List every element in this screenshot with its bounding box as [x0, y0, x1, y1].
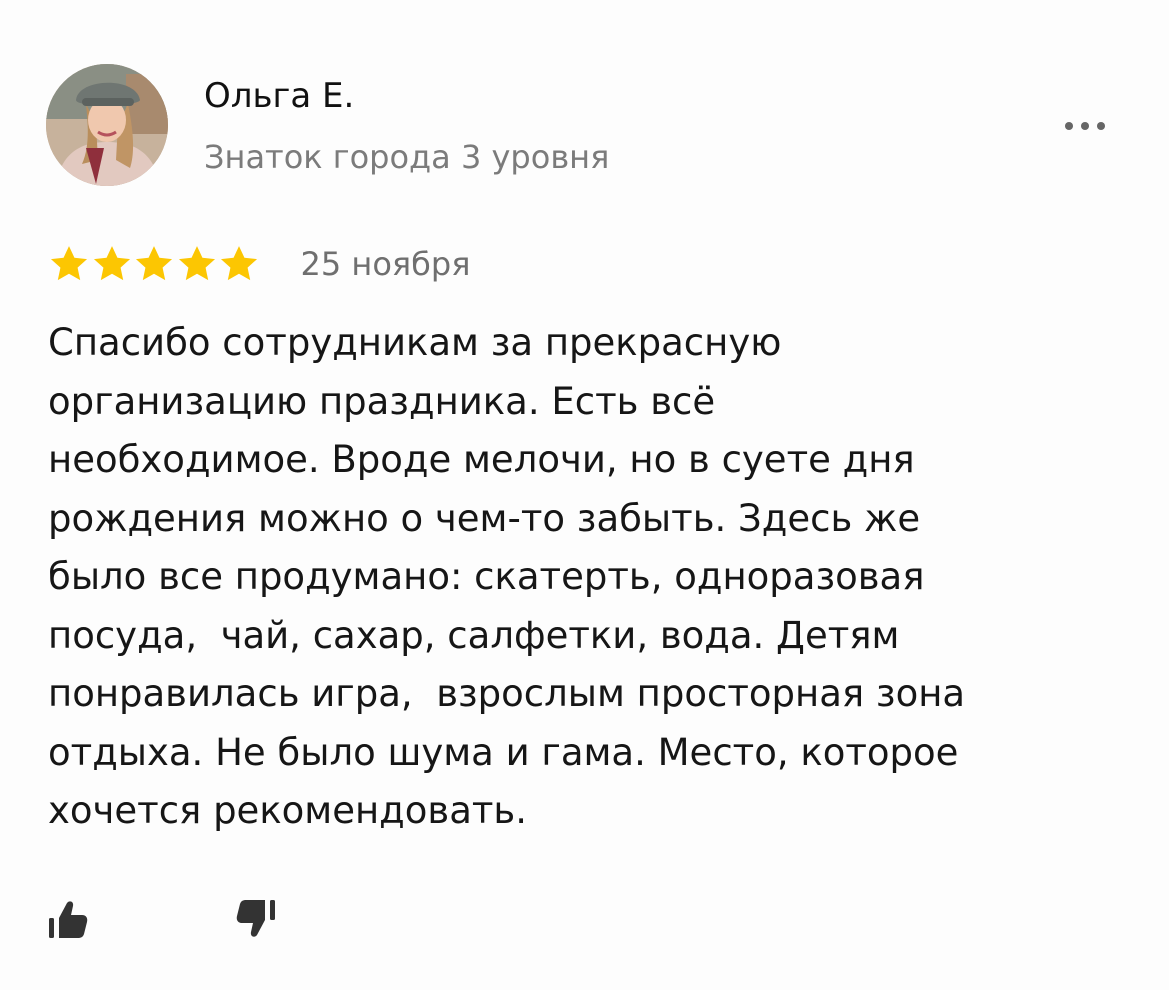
- star-icon: [48, 243, 90, 285]
- review-text-line: было все продумано: скатерть, одноразова…: [48, 555, 925, 598]
- reactions: [46, 896, 278, 942]
- star-icon: [218, 243, 260, 285]
- author-level: Знаток города 3 уровня: [204, 138, 610, 176]
- review-text: Спасибо сотрудникам за прекрасную организ…: [48, 314, 1128, 841]
- review-text-line: понравилась игра, взрослым просторная зо…: [48, 672, 966, 715]
- more-options-button[interactable]: [1060, 106, 1110, 142]
- review-text-line: организацию праздника. Есть всё: [48, 379, 716, 423]
- thumbs-down-icon: [236, 900, 275, 937]
- thumbs-up-icon: [49, 901, 88, 938]
- author-name[interactable]: Ольга Е.: [204, 74, 354, 118]
- rating-stars: [48, 243, 261, 285]
- review-text-line: необходимое. Вроде мелочи, но в суете дн…: [48, 438, 915, 481]
- review-text-line: рождения можно о чем-то забыть. Здесь же: [48, 496, 921, 540]
- avatar[interactable]: [46, 64, 168, 186]
- review-text-line: Спасибо сотрудникам за прекрасную: [48, 321, 782, 364]
- like-button[interactable]: [46, 896, 92, 942]
- dislike-button[interactable]: [232, 896, 278, 942]
- review-text-line: отдыха. Не было шума и гама. Место, кото…: [48, 730, 959, 774]
- review-date: 25 ноября: [300, 245, 471, 283]
- review-card: Ольга Е. Знаток города 3 уровня 25 ноябр…: [0, 0, 1169, 990]
- star-icon: [91, 243, 133, 285]
- rating-row: 25 ноября: [48, 236, 470, 292]
- star-icon: [133, 243, 175, 285]
- avatar-image: [46, 64, 168, 186]
- star-icon: [176, 243, 218, 285]
- review-text-line: хочется рекомендовать.: [48, 789, 527, 832]
- review-text-line: посуда, чай, сахар, салфетки, вода. Детя…: [48, 613, 900, 657]
- more-dots-icon: [1065, 122, 1105, 130]
